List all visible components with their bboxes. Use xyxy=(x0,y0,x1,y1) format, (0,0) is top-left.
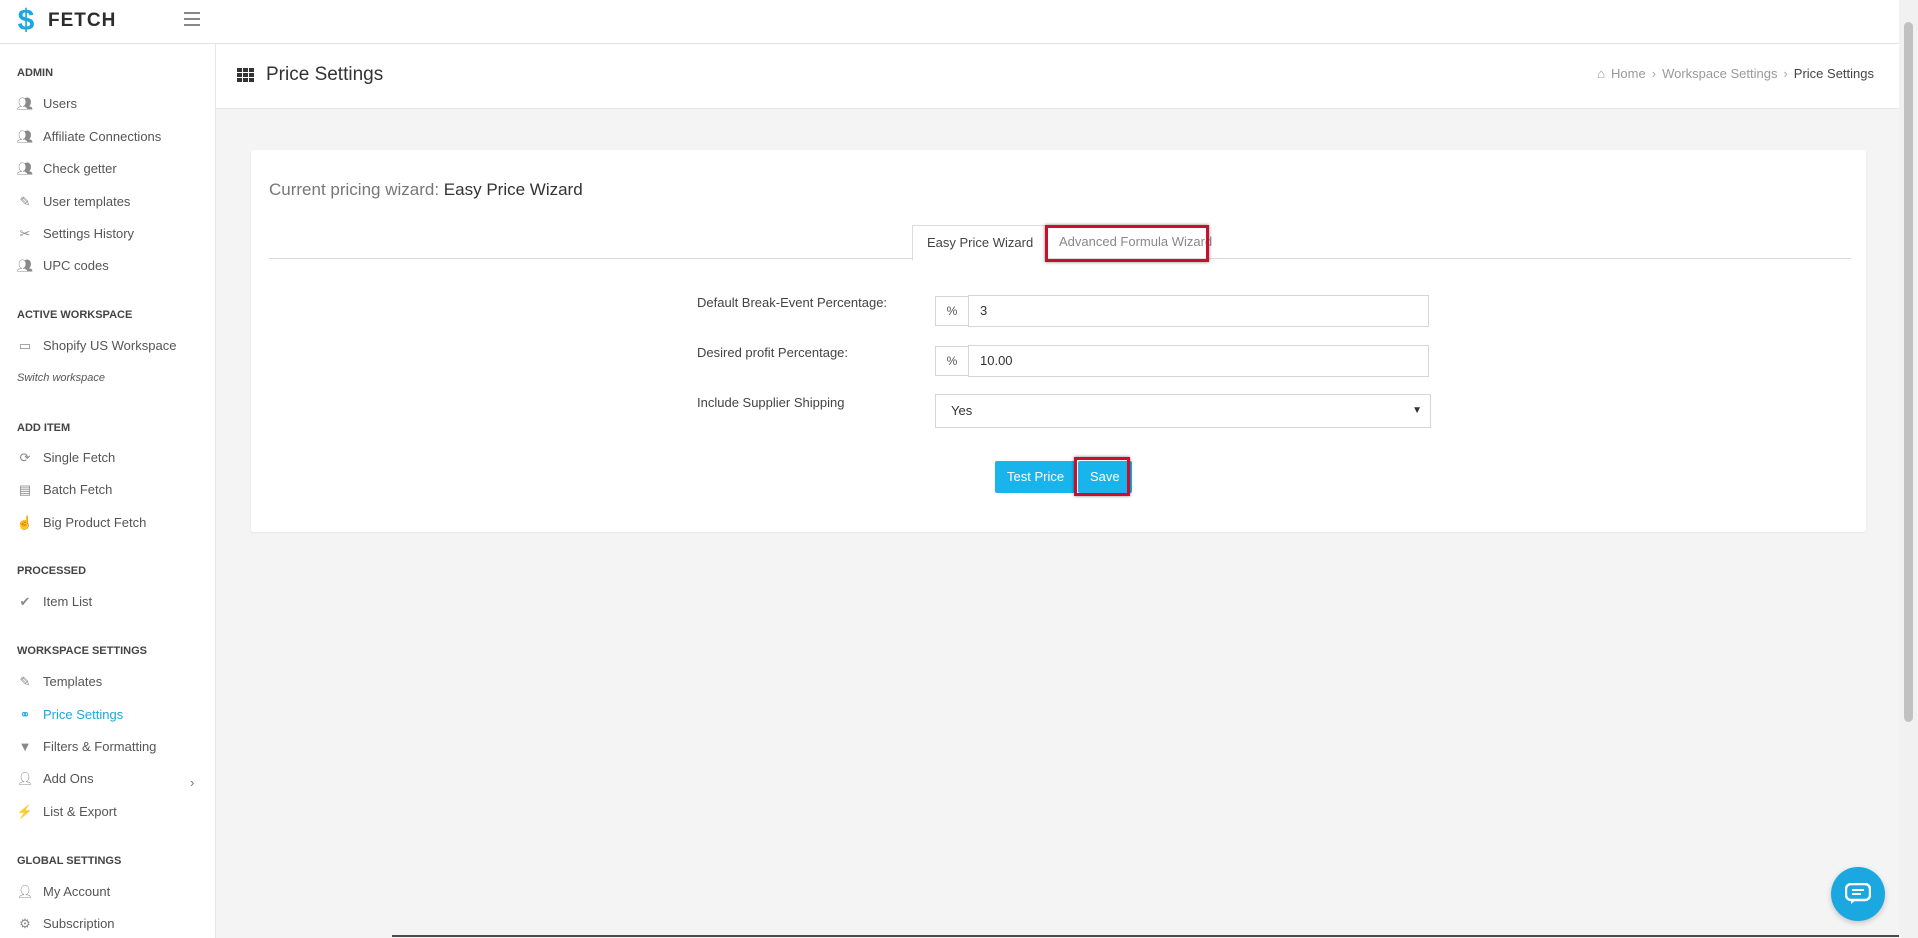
breadcrumb-current: Price Settings xyxy=(1793,66,1874,81)
users-icon: 👥︎ xyxy=(16,257,34,273)
test-price-button[interactable]: Test Price xyxy=(995,461,1077,493)
profit-input[interactable]: 10.00 xyxy=(968,345,1429,377)
sidebar-item-filters-formatting[interactable]: ▼ Filters & Formatting xyxy=(17,739,157,754)
tab-easy-price-wizard[interactable]: Easy Price Wizard xyxy=(912,225,1049,261)
sidebar-item-user-templates[interactable]: ✎ User templates xyxy=(17,193,131,210)
sidebar-item-subscription[interactable]: ⚙ Subscription xyxy=(17,915,114,932)
checklist-icon: ✔ xyxy=(19,593,31,609)
monitor-icon: ▭ xyxy=(18,337,32,353)
sidebar-item-big-product-fetch[interactable]: ☝ Big Product Fetch xyxy=(16,514,146,531)
break-even-percent-addon: % xyxy=(935,296,969,326)
scrollbar-thumb[interactable] xyxy=(1904,22,1913,722)
users-icon: 👥︎ xyxy=(16,128,34,144)
sidebar-item-my-account[interactable]: 👤︎ My Account xyxy=(16,883,110,900)
caret-down-icon: ▼ xyxy=(1412,405,1422,416)
breadcrumb-separator: › xyxy=(1651,66,1657,81)
sidebar-item-templates[interactable]: ✎ Templates xyxy=(17,673,103,690)
batch-icon: ▤ xyxy=(18,481,32,497)
logo-text: FETCH xyxy=(48,10,117,31)
sidebar-item-users[interactable]: 👥︎ Users xyxy=(16,95,77,112)
sidebar-item-add-ons[interactable]: 👤︎ Add Ons xyxy=(16,770,94,787)
export-icon: ⚡ xyxy=(16,803,34,819)
hamburger-menu-icon[interactable] xyxy=(184,12,200,26)
sidebar: ADMIN 👥︎ Users 👥︎ Affiliate Connections 👥︎… xyxy=(0,44,216,938)
top-bar: $ FETCH xyxy=(0,0,1899,44)
price-icon: ⚭ xyxy=(19,706,31,722)
history-icon: ✂ xyxy=(19,225,31,241)
current-wizard-heading: Current pricing wizard: Easy Price Wizar… xyxy=(269,180,583,199)
section-title-add-item: ADD ITEM xyxy=(17,422,71,434)
sidebar-item-list-export[interactable]: ⚡ List & Export xyxy=(16,803,117,820)
fetch-logo-icon: $ xyxy=(17,4,35,37)
template-icon: ✎ xyxy=(19,193,31,209)
sidebar-item-upc-codes[interactable]: 👥︎ UPC codes xyxy=(16,257,109,274)
sidebar-item-shopify-us-workspace[interactable]: ▭ Shopify US Workspace xyxy=(17,337,177,354)
page-header: Price Settings ⌂ Home › Workspace Settin… xyxy=(216,44,1899,109)
template-icon: ✎ xyxy=(19,673,31,689)
sidebar-item-single-fetch[interactable]: ⟳ Single Fetch xyxy=(17,449,116,466)
profit-label: Desired profit Percentage: xyxy=(697,345,849,360)
section-title-workspace-settings: WORKSPACE SETTINGS xyxy=(17,645,147,657)
break-even-label: Default Break-Event Percentage: xyxy=(697,295,888,310)
chevron-right-icon[interactable]: › xyxy=(190,775,194,790)
subscription-icon: ⚙ xyxy=(19,915,31,931)
user-icon: 👤︎ xyxy=(16,883,34,899)
breadcrumb-workspace-settings[interactable]: Workspace Settings xyxy=(1662,66,1777,81)
break-even-input[interactable]: 3 xyxy=(968,295,1429,327)
breadcrumb-home[interactable]: Home xyxy=(1611,66,1646,81)
chat-bubble-icon[interactable] xyxy=(1831,867,1885,921)
grid-icon xyxy=(237,67,255,83)
sidebar-item-affiliate-connections[interactable]: 👥︎ Affiliate Connections xyxy=(16,128,162,145)
logo[interactable]: $ FETCH xyxy=(14,4,117,37)
chat-icon xyxy=(1845,883,1871,904)
sidebar-item-price-settings[interactable]: ⚭ Price Settings xyxy=(17,706,124,723)
page-title: Price Settings xyxy=(266,64,384,85)
sidebar-item-item-list[interactable]: ✔ Item List xyxy=(17,593,93,610)
section-title-processed: PROCESSED xyxy=(17,565,87,577)
addon-icon: 👤︎ xyxy=(16,770,34,786)
highlight-save-button xyxy=(1074,457,1130,496)
profit-percent-addon: % xyxy=(935,346,969,376)
breadcrumb-separator: › xyxy=(1783,66,1788,81)
sidebar-item-check-getter[interactable]: 👥︎ Check getter xyxy=(16,160,117,177)
current-wizard-name: Easy Price Wizard xyxy=(443,180,583,199)
sidebar-item-settings-history[interactable]: ✂ Settings History xyxy=(17,225,135,242)
big-fetch-icon: ☝ xyxy=(16,514,34,530)
section-title-global-settings: GLOBAL SETTINGS xyxy=(17,855,122,867)
fetch-icon: ⟳ xyxy=(19,449,31,465)
horizontal-scroll-indicator xyxy=(392,935,1899,937)
filter-icon: ▼ xyxy=(18,739,32,754)
section-title-active-workspace: ACTIVE WORKSPACE xyxy=(17,309,133,321)
price-settings-card: Current pricing wizard: Easy Price Wizar… xyxy=(251,150,1866,532)
sidebar-item-batch-fetch[interactable]: ▤ Batch Fetch xyxy=(17,481,113,498)
shipping-select[interactable]: Yes ▼ xyxy=(935,394,1431,428)
breadcrumb: ⌂ Home › Workspace Settings › Price Sett… xyxy=(1597,66,1874,81)
users-icon: 👥︎ xyxy=(16,95,34,111)
users-icon: 👥︎ xyxy=(16,160,34,176)
home-icon: ⌂ xyxy=(1597,66,1606,81)
shipping-label: Include Supplier Shipping xyxy=(697,395,845,410)
switch-workspace-link[interactable]: Switch workspace xyxy=(17,372,105,384)
highlight-advanced-tab xyxy=(1045,225,1209,262)
section-title-admin: ADMIN xyxy=(17,67,54,79)
